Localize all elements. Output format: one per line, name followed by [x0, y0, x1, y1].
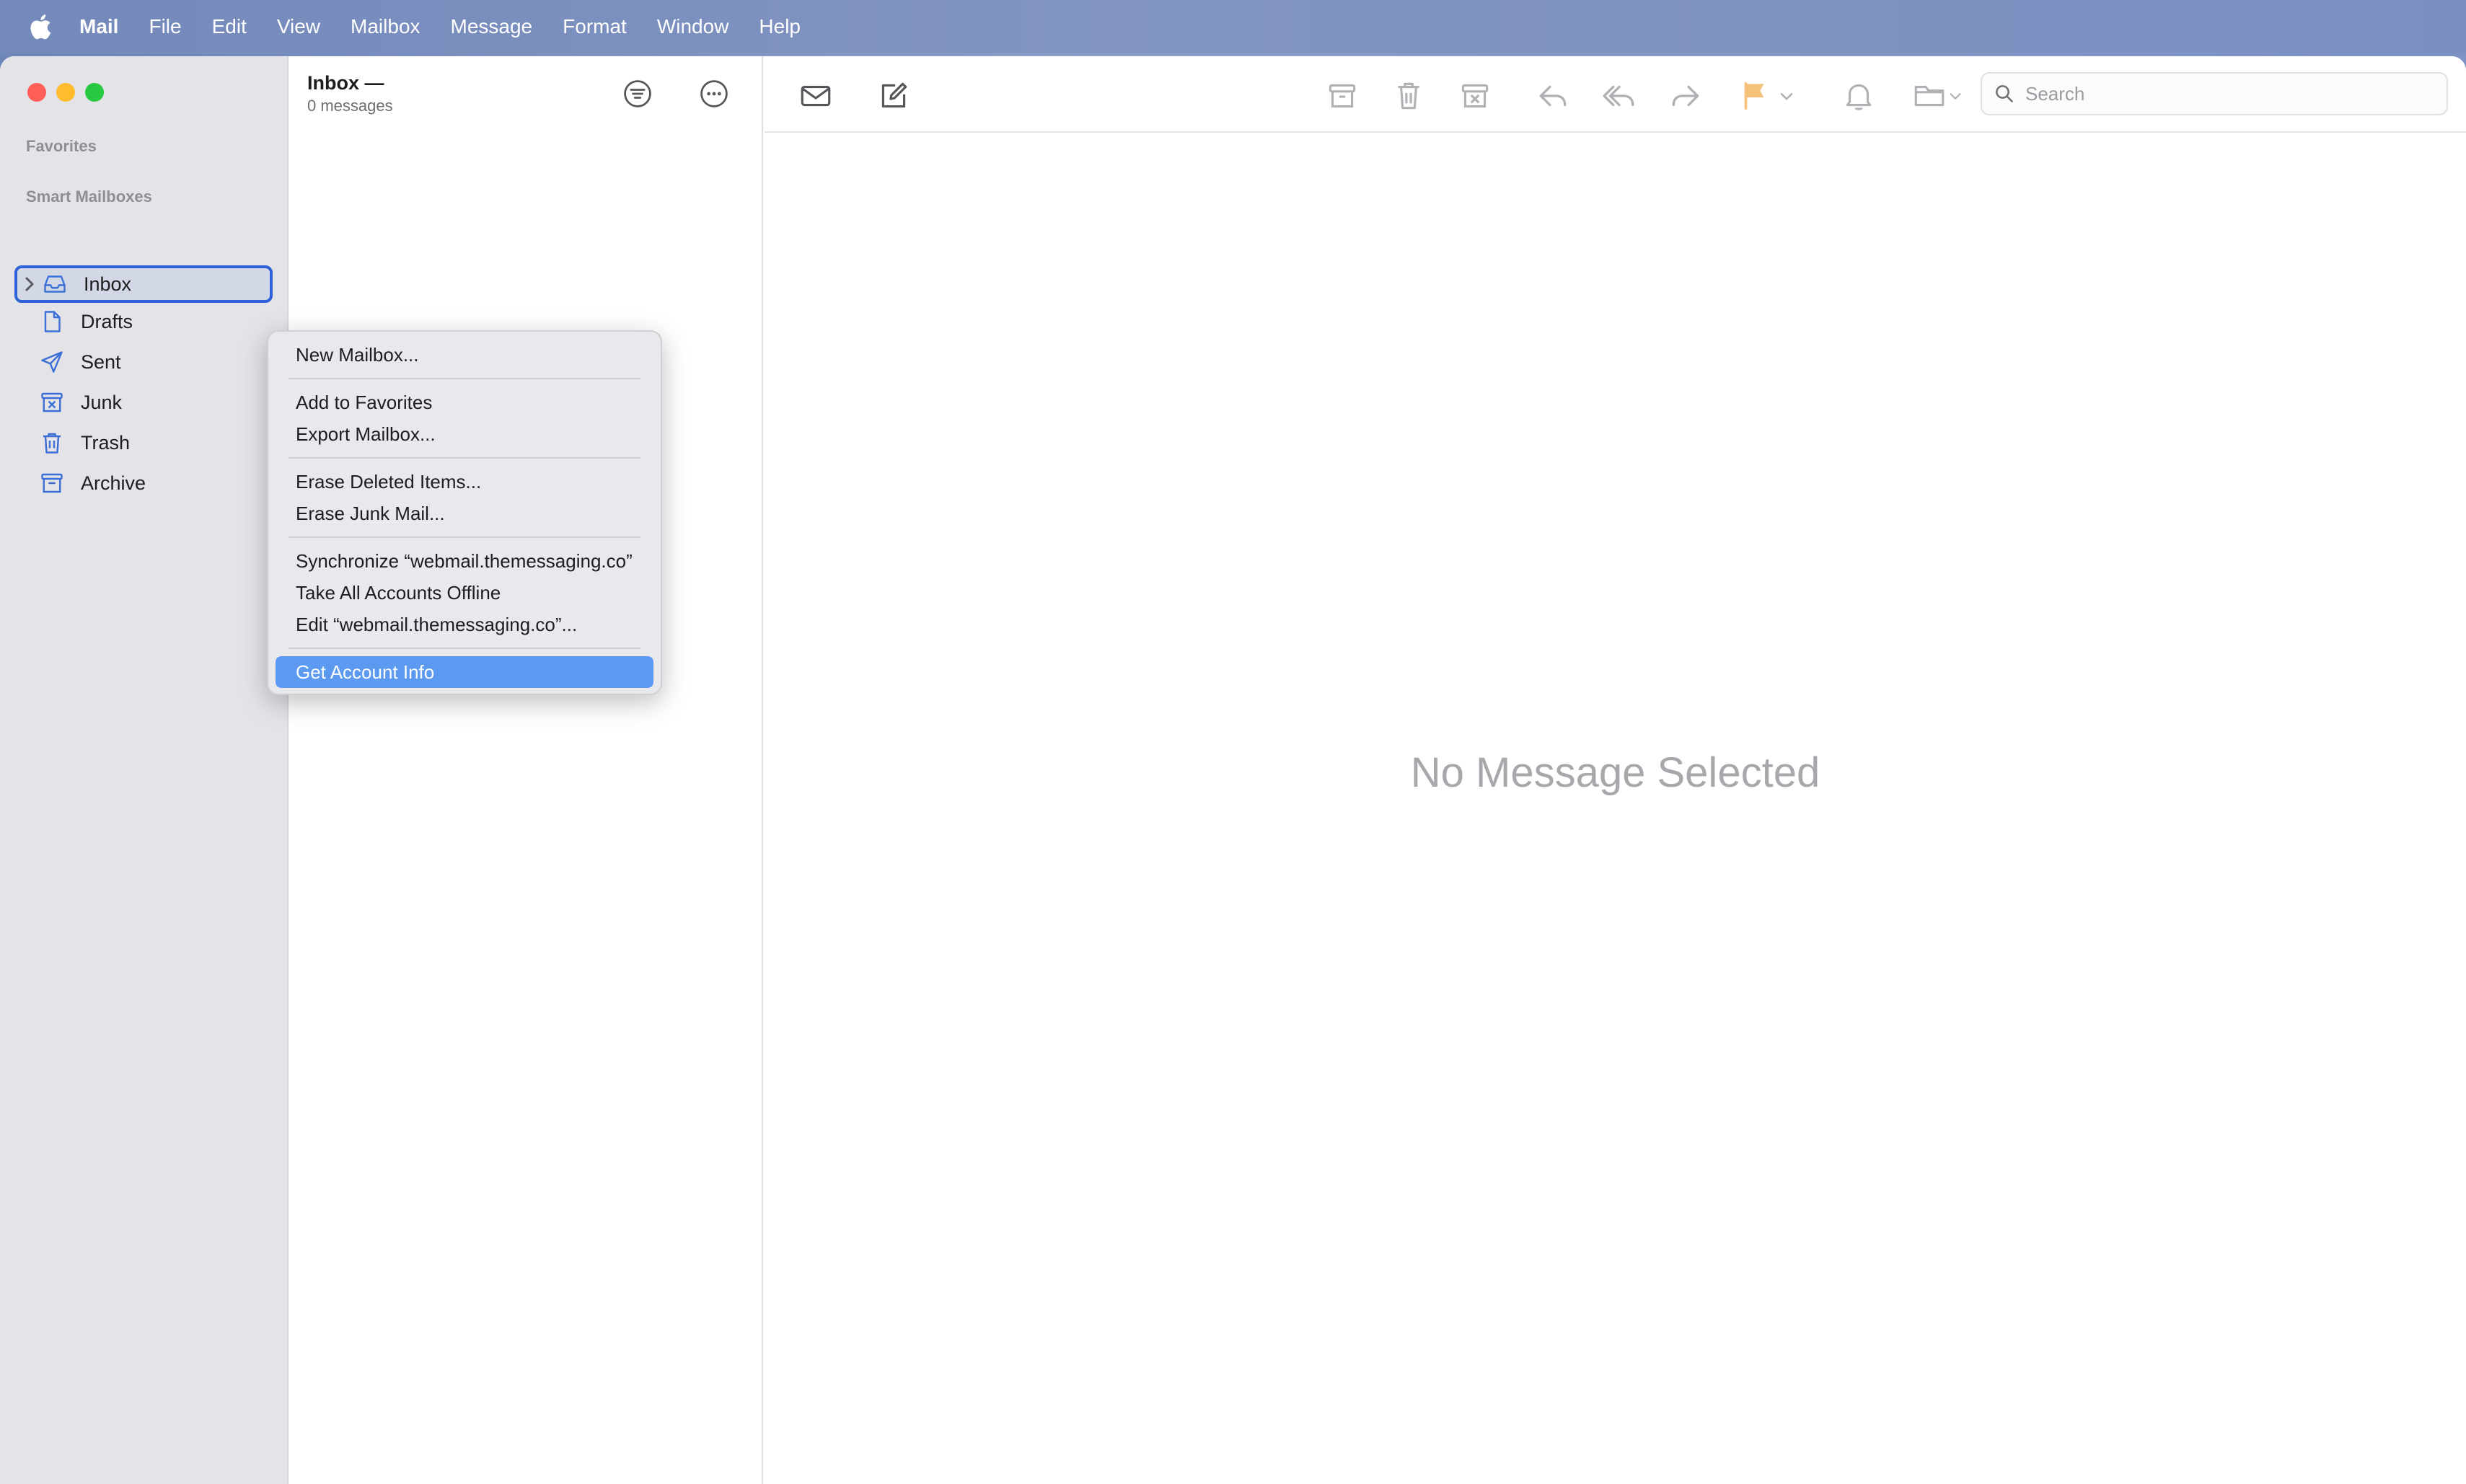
reply-all-button[interactable]	[1601, 78, 1637, 114]
menu-separator	[289, 378, 640, 379]
get-mail-button[interactable]	[798, 78, 834, 114]
search-field[interactable]	[1981, 72, 2448, 115]
move-menu-button[interactable]	[1945, 78, 1966, 114]
message-viewer: No Message Selected	[765, 56, 2466, 1484]
sent-icon	[41, 351, 63, 373]
menu-mailbox[interactable]: Mailbox	[351, 15, 420, 38]
forward-icon	[1672, 85, 1699, 107]
sidebar-item-label: Sent	[81, 350, 121, 373]
sidebar: Favorites Smart Mailboxes Inbox Drafts S…	[0, 56, 289, 1484]
reply-icon	[1539, 85, 1567, 107]
apple-menu-icon[interactable]	[27, 12, 52, 41]
archive-button[interactable]	[1324, 78, 1360, 114]
search-input[interactable]	[2025, 82, 2415, 105]
menu-separator	[289, 648, 640, 649]
menu-format[interactable]: Format	[563, 15, 627, 38]
envelope-icon	[801, 85, 831, 107]
menu-item-edit-account[interactable]: Edit “webmail.themessaging.co”...	[276, 609, 653, 640]
menu-item-synchronize-account[interactable]: Synchronize “webmail.themessaging.co”	[276, 545, 653, 577]
minimize-window-button[interactable]	[56, 83, 75, 102]
reply-all-icon	[1603, 85, 1634, 107]
menu-item-erase-deleted-items[interactable]: Erase Deleted Items...	[276, 466, 653, 498]
sidebar-item-label: Archive	[81, 472, 146, 494]
flag-icon	[1744, 82, 1764, 110]
menu-item-add-to-favorites[interactable]: Add to Favorites	[276, 387, 653, 418]
trash-icon	[43, 433, 61, 454]
search-icon	[1996, 85, 2013, 102]
menu-separator	[289, 536, 640, 538]
forward-button[interactable]	[1668, 78, 1704, 114]
no-message-selected-label: No Message Selected	[1410, 749, 1820, 796]
menu-edit[interactable]: Edit	[212, 15, 247, 38]
menu-item-erase-junk-mail[interactable]: Erase Junk Mail...	[276, 498, 653, 529]
context-menu: New Mailbox... Add to Favorites Export M…	[267, 330, 662, 695]
trash-icon	[1398, 82, 1419, 110]
move-button[interactable]	[1911, 78, 1947, 114]
folder-icon	[1914, 85, 1945, 107]
compose-icon	[881, 82, 907, 108]
sidebar-item-label: Junk	[81, 391, 123, 413]
sidebar-item-label: Trash	[81, 431, 131, 454]
menu-app-name[interactable]: Mail	[79, 15, 118, 38]
junk-icon	[1461, 84, 1489, 108]
sidebar-item-trash[interactable]: Trash	[14, 424, 273, 461]
zoom-window-button[interactable]	[85, 83, 104, 102]
inbox-icon	[44, 275, 66, 293]
flag-button[interactable]	[1737, 78, 1773, 114]
filter-icon[interactable]	[622, 78, 653, 110]
menu-view[interactable]: View	[277, 15, 320, 38]
reply-button[interactable]	[1535, 78, 1571, 114]
favorites-section-label[interactable]: Favorites	[26, 137, 97, 156]
menu-separator	[289, 457, 640, 459]
junk-icon	[41, 392, 63, 412]
flag-menu-button[interactable]	[1774, 78, 1799, 114]
smart-mailboxes-section-label[interactable]: Smart Mailboxes	[26, 187, 152, 206]
toolbar	[765, 56, 2466, 133]
close-window-button[interactable]	[27, 83, 46, 102]
archive-icon	[1329, 84, 1356, 108]
more-options-icon[interactable]	[698, 78, 730, 110]
sidebar-item-label: Drafts	[81, 310, 133, 332]
compose-button[interactable]	[876, 78, 912, 114]
menu-window[interactable]: Window	[657, 15, 729, 38]
menu-message[interactable]: Message	[451, 15, 533, 38]
sidebar-item-label: Inbox	[84, 273, 132, 295]
chevron-down-icon	[1950, 93, 1961, 100]
menu-item-get-account-info[interactable]: Get Account Info	[276, 656, 653, 688]
sidebar-item-drafts[interactable]: Drafts	[14, 303, 273, 340]
mail-window: Favorites Smart Mailboxes Inbox Drafts S…	[0, 56, 2466, 1484]
notify-button[interactable]	[1841, 78, 1877, 114]
delete-button[interactable]	[1391, 78, 1427, 114]
menu-help[interactable]: Help	[759, 15, 801, 38]
message-list: Inbox — 0 messages	[290, 56, 763, 1484]
disclosure-chevron-icon[interactable]	[17, 276, 42, 292]
drafts-icon	[44, 311, 61, 332]
sidebar-item-inbox[interactable]: Inbox	[14, 265, 273, 303]
menu-item-export-mailbox[interactable]: Export Mailbox...	[276, 418, 653, 450]
menu-item-take-all-accounts-offline[interactable]: Take All Accounts Offline	[276, 577, 653, 609]
menu-item-new-mailbox[interactable]: New Mailbox...	[276, 339, 653, 371]
sidebar-item-archive[interactable]: Archive	[14, 464, 273, 502]
sidebar-item-sent[interactable]: Sent	[14, 343, 273, 381]
chevron-down-icon	[1780, 92, 1793, 100]
bell-icon	[1846, 84, 1872, 110]
menu-file[interactable]: File	[149, 15, 181, 38]
archive-icon	[41, 473, 63, 493]
sidebar-item-junk[interactable]: Junk	[14, 384, 273, 421]
menu-bar: Mail File Edit View Mailbox Message Form…	[0, 0, 2466, 53]
mailbox-title: Inbox —	[307, 72, 384, 94]
junk-button[interactable]	[1457, 78, 1493, 114]
message-count: 0 messages	[307, 97, 393, 115]
